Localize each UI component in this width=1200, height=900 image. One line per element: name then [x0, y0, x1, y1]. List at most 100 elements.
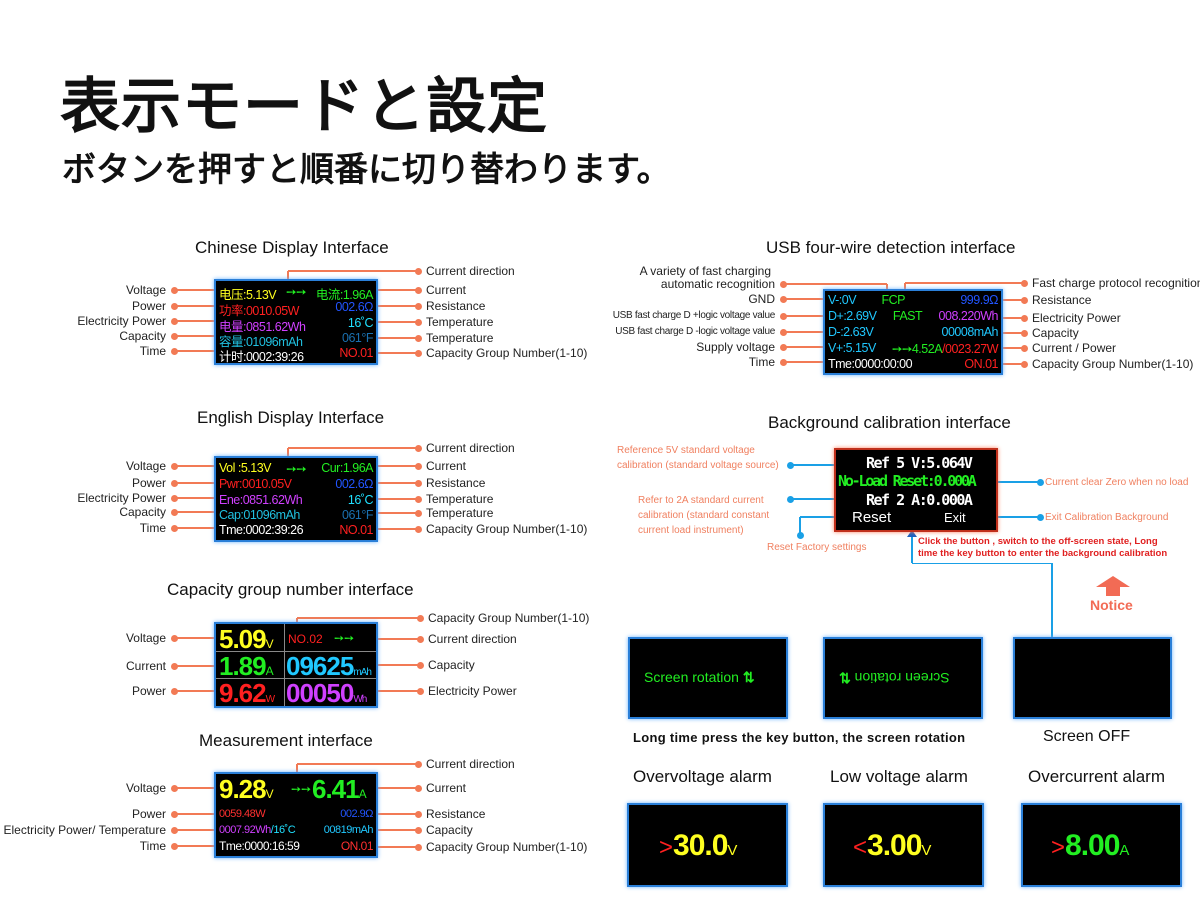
leader-line — [174, 665, 216, 667]
label: Power — [131, 476, 166, 490]
label: Supply voltage — [696, 340, 775, 354]
leader-line — [911, 534, 913, 563]
label: Electricity Power — [1032, 311, 1121, 325]
label: Current direction — [426, 264, 515, 278]
label: Fast charge protocol recognition — [1032, 276, 1200, 290]
label: Electricity Power — [77, 314, 166, 328]
label: Time — [139, 521, 166, 535]
gnd-value: V-:0V — [828, 293, 857, 307]
chinese-screen: 电压:5.13V ➙➙ 电流:1.96A 功率:0010.05W 002.6Ω 电量:… — [214, 279, 378, 365]
leader-line — [1051, 563, 1053, 637]
label: Power — [131, 807, 166, 821]
label: Current / Power — [1032, 341, 1117, 355]
usb-screen: V-:0V FCP 999.9Ω D+:2.69V FAST 008.220Wh D-:… — [823, 289, 1003, 375]
ref2-value: Ref 2 A:0.000A — [866, 491, 973, 509]
page-subtitle: ボタンを押すと順番に切り替わります。 — [62, 150, 671, 190]
label: Voltage — [125, 283, 166, 297]
alarm-sign: > — [1051, 834, 1066, 861]
label: USB fast charge D -logic voltage value — [615, 326, 775, 337]
label: Temperature — [426, 506, 494, 520]
power-value: 9.62W — [219, 678, 275, 708]
time-value: Tme:0000:00:00 — [828, 357, 913, 371]
supply-voltage: V+:5.15V — [828, 341, 876, 355]
dminus-value: D-:2.63V — [828, 325, 874, 339]
leader-line — [376, 813, 418, 815]
leader-line — [376, 465, 418, 467]
alarm-unit: V — [727, 842, 738, 859]
ref5-value: Ref 5 V:5.064V — [866, 454, 973, 472]
leader-line — [174, 320, 216, 322]
leader-line — [174, 350, 216, 352]
group-number: NO.01 — [339, 523, 373, 537]
label: Temperature — [426, 492, 494, 506]
group-number: ON.01 — [340, 839, 374, 853]
click-instruction: Click the button , switch to the off-scr… — [918, 536, 1168, 559]
direction-arrow-icon: ➙➙ — [291, 782, 312, 796]
direction-arrow-icon: ➙➙ — [286, 462, 307, 476]
leader-line — [174, 511, 216, 513]
ref5-note: Reference 5V standard voltage calibration… — [617, 445, 779, 471]
label: Resistance — [1032, 293, 1092, 307]
leader-line — [288, 270, 418, 272]
notice-label: Notice — [1090, 597, 1133, 613]
english-title: English Display Interface — [197, 408, 385, 427]
current-value: 4.52A — [911, 342, 943, 356]
label: Current — [426, 459, 467, 473]
label: Current — [426, 283, 467, 297]
group-screen: 5.09V NO.02 ➙➙ 1.89A 09625mAh 9.62W 0005… — [214, 622, 378, 708]
fast-value: FAST — [892, 309, 923, 323]
energy-value: 0007.92Wh — [219, 824, 271, 836]
notice-arrow-stem — [1106, 587, 1120, 596]
leader-line — [288, 447, 418, 449]
page-title: 表示モードと設定 — [60, 72, 548, 142]
label: Power — [131, 684, 166, 698]
leader-line — [905, 282, 1024, 284]
voltage-value: 9.28V — [219, 774, 274, 804]
leader-line — [376, 352, 418, 354]
temperature-c: 16˚C — [347, 493, 374, 507]
direction-arrow-icon: ➙➙ — [334, 631, 355, 645]
leader-line — [783, 283, 887, 285]
time-value: Tme:0000:16:59 — [219, 839, 300, 853]
exit-button[interactable]: Exit — [944, 510, 966, 525]
leader-line — [376, 690, 420, 692]
label: Current direction — [428, 632, 517, 646]
leader-line — [995, 481, 1040, 483]
rotation-text: Screen rotation — [854, 670, 950, 686]
label: Capacity — [1032, 326, 1079, 340]
leader-line — [376, 498, 418, 500]
capacity-value: 00819mAh — [323, 824, 374, 836]
overcurrent-screen: >8.00A — [1021, 803, 1182, 887]
notice-arrow-icon — [1096, 576, 1130, 587]
clear-note: Current clear Zero when no load — [1045, 477, 1189, 488]
leader-line — [376, 787, 418, 789]
resistance-value: 002.6Ω — [335, 477, 373, 491]
leader-line — [376, 512, 418, 514]
leader-line — [376, 829, 418, 831]
time-value: 计时:0002:39:26 — [219, 350, 304, 364]
label: Temperature — [426, 331, 494, 345]
group-title: Capacity group number interface — [167, 580, 414, 599]
label: Capacity Group Number(1-10) — [426, 346, 588, 360]
label: Voltage — [125, 631, 166, 645]
reset-button[interactable]: Reset — [852, 509, 891, 526]
leader-line — [174, 813, 216, 815]
leader-line — [174, 527, 216, 529]
rotate-icon: ⇅ — [839, 670, 851, 686]
leader-line — [783, 331, 825, 333]
english-screen: Vol :5.13V ➙➙ Cur:1.96A Pwr:0010.05V 002.6Ω… — [214, 456, 378, 542]
leader-line — [799, 517, 801, 535]
leader-line — [174, 787, 216, 789]
measure-screen: 9.28V ➙➙ 6.41A 0059.48W 002.9Ω 0007.92Wh/… — [214, 772, 378, 858]
label: Capacity Group Number(1-10) — [1032, 357, 1194, 371]
leader-line — [174, 289, 216, 291]
label: Capacity — [119, 329, 166, 343]
leader-line — [783, 361, 825, 363]
leader-line — [376, 482, 418, 484]
label: Time — [139, 839, 166, 853]
label: Capacity Group Number(1-10) — [426, 840, 588, 854]
label: Current — [426, 781, 467, 795]
leader-line — [174, 829, 216, 831]
leader-line — [783, 315, 825, 317]
label: Capacity Group Number(1-10) — [426, 522, 588, 536]
